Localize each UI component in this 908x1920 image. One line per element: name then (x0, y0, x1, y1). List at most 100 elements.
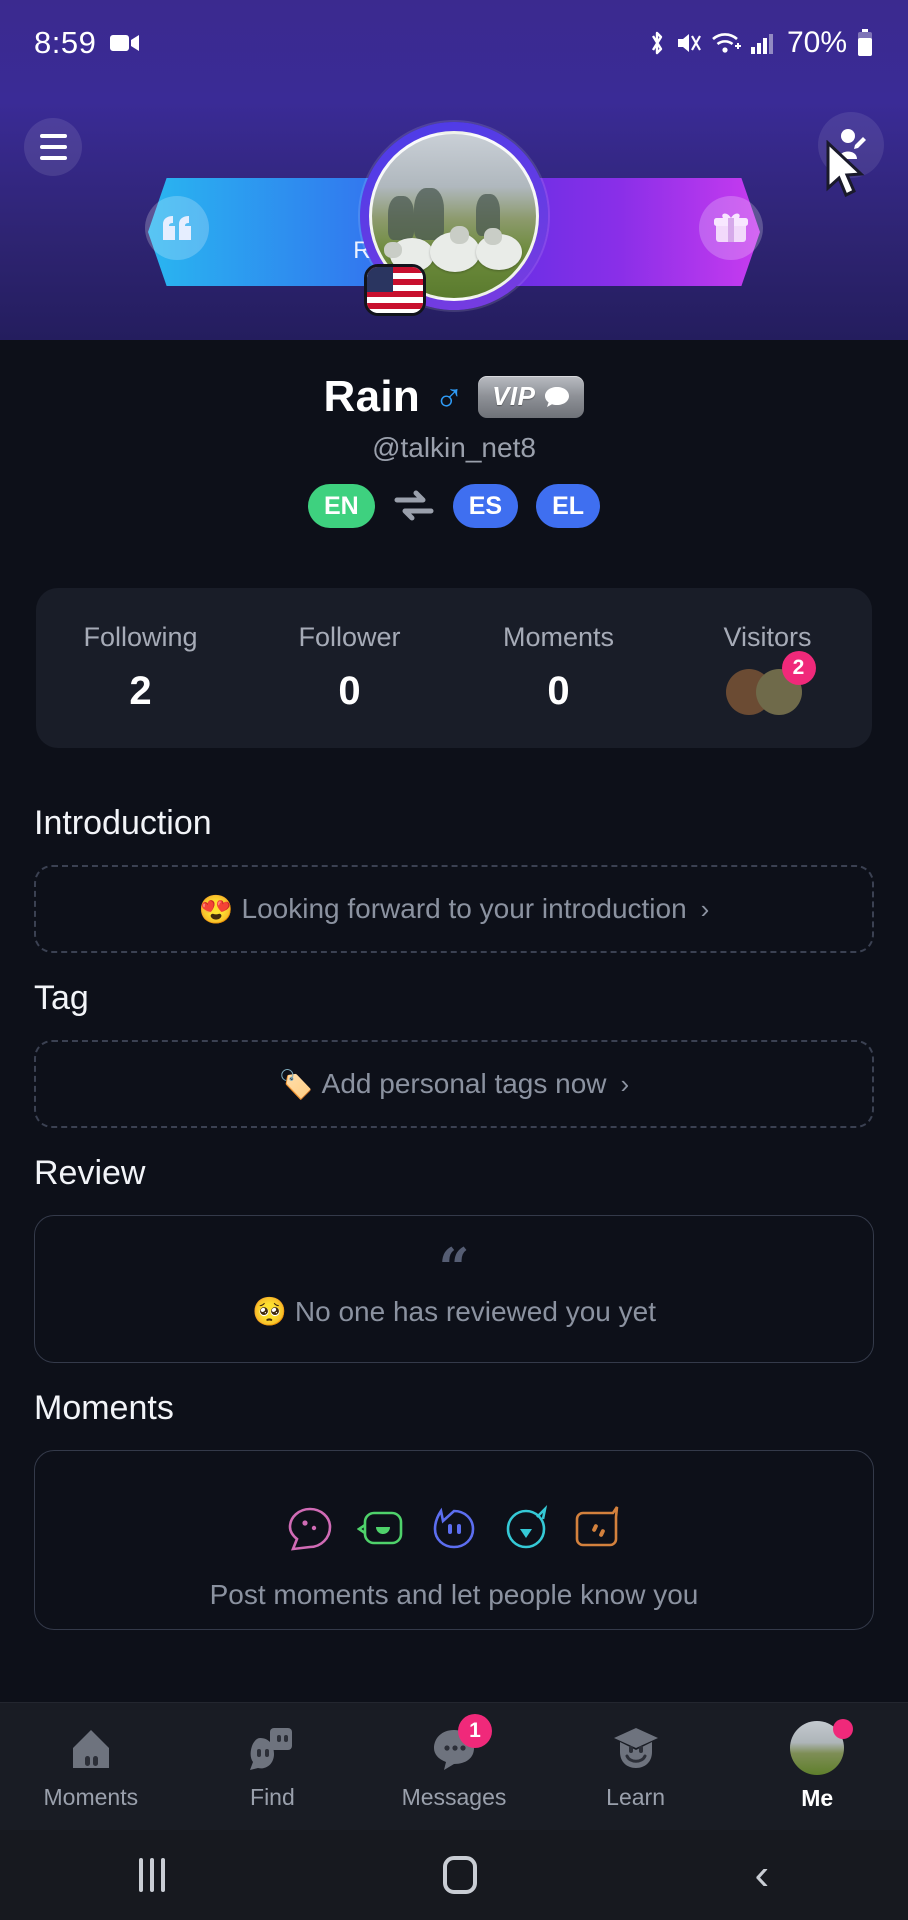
tab-learn[interactable]: Learn (545, 1722, 727, 1811)
chevron-right-icon: › (620, 1068, 630, 1099)
battery-percent: 70% (786, 26, 847, 59)
avatar-photo-tree (414, 188, 444, 240)
stat-label: Following (83, 622, 198, 652)
tab-label: Find (250, 1784, 295, 1810)
stat-label: Follower (298, 622, 401, 652)
tab-moments[interactable]: Moments (0, 1722, 182, 1811)
tab-find[interactable]: Find (182, 1722, 364, 1811)
menu-icon-bar (39, 145, 67, 149)
language-chip-es[interactable]: ES (452, 484, 519, 528)
cellular-signal-icon (750, 31, 774, 55)
review-empty-box[interactable]: “ 🥺 No one has reviewed you yet (34, 1215, 874, 1363)
stat-moments[interactable]: Moments 0 (454, 622, 663, 714)
visitors-badge: 2 (781, 650, 816, 685)
wifi-icon (711, 31, 741, 55)
quote-icon (145, 196, 209, 260)
bubble-face-cyan-icon (506, 1505, 548, 1549)
label-tag-emoji: 🏷️ (278, 1068, 314, 1100)
faces-icon (250, 1728, 293, 1770)
menu-icon-bar (39, 134, 67, 138)
tab-label: Messages (401, 1784, 507, 1810)
flag-canton (367, 267, 393, 292)
gift-icon (699, 196, 763, 260)
tab-me[interactable]: Me (726, 1719, 908, 1812)
heart-eyes-emoji: 😍 (198, 893, 234, 925)
edit-profile-button[interactable] (818, 112, 884, 178)
tab-label: Learn (606, 1784, 665, 1810)
bubble-face-green-icon (357, 1511, 403, 1545)
stat-visitors[interactable]: Visitors 2 (663, 622, 872, 715)
swap-arrows-icon[interactable] (393, 489, 435, 523)
moments-empty-box[interactable]: Post moments and let people know you (34, 1450, 874, 1630)
review-title: Review (34, 1154, 146, 1192)
bottom-tab-bar: Moments Find 1 Messages Learn Me (0, 1702, 908, 1830)
messages-badge: 1 (457, 1714, 492, 1748)
stat-label: Moments (502, 622, 615, 652)
avatar-photo-sheep (450, 226, 469, 244)
moments-empty-text: Post moments and let people know you (209, 1579, 699, 1610)
stat-value: 2 (129, 669, 152, 713)
back-icon[interactable]: ‹ (754, 1853, 769, 1897)
tag-title: Tag (34, 979, 89, 1017)
home-icon (72, 1730, 109, 1768)
vip-badge[interactable]: VIP (478, 376, 585, 418)
avatar-photo-sheep (384, 242, 402, 258)
review-empty-text: No one has reviewed you yet (294, 1295, 656, 1327)
language-chip-en[interactable]: EN (307, 484, 375, 528)
name-row: Rain ♂ VIP (0, 372, 908, 422)
profile-handle: @talkin_net8 (372, 432, 536, 463)
recents-icon[interactable] (138, 1858, 165, 1892)
bubble-face-blue-icon (433, 1507, 475, 1549)
me-notification-dot (833, 1719, 854, 1739)
status-time: 8:59 (34, 25, 97, 60)
status-bar-left: 8:59 (34, 25, 140, 61)
tag-placeholder: 🏷️ Add personal tags now › (279, 1068, 629, 1101)
profile-sections: Introduction 😍 Looking forward to your i… (0, 778, 908, 1640)
graduate-face-icon (613, 1728, 658, 1768)
quote-icon: “ (438, 1235, 470, 1300)
tag-placeholder-text: Add personal tags now (321, 1068, 607, 1099)
person-edit-icon (839, 129, 866, 159)
gender-male-icon: ♂ (434, 375, 465, 419)
bubble-face-orange-icon (575, 1506, 619, 1547)
stat-following[interactable]: Following 2 (36, 622, 245, 714)
moments-section: Moments Post moments and let people know… (0, 1389, 908, 1630)
home-icon[interactable] (442, 1856, 477, 1894)
bubble-face-pink-icon (288, 1507, 332, 1551)
introduction-placeholder: 😍 Looking forward to your introduction › (199, 893, 710, 926)
menu-button[interactable] (24, 118, 82, 176)
moments-title: Moments (34, 1389, 174, 1427)
tag-placeholder-box[interactable]: 🏷️ Add personal tags now › (34, 1040, 874, 1128)
battery-icon (856, 29, 874, 57)
introduction-placeholder-box[interactable]: 😍 Looking forward to your introduction › (34, 865, 874, 953)
introduction-placeholder-text: Looking forward to your introduction (241, 893, 687, 924)
avatar-photo-tree (388, 196, 414, 240)
stat-value: 0 (547, 669, 570, 713)
chevron-right-icon: › (700, 893, 710, 924)
visitor-avatars: 2 (725, 650, 816, 715)
introduction-title: Introduction (34, 804, 212, 842)
moment-bubble-icons (285, 1505, 623, 1553)
video-recording-icon (110, 32, 140, 54)
stat-label: Visitors (723, 621, 812, 652)
review-section: Review “ 🥺 No one has reviewed you yet (0, 1154, 908, 1363)
stat-follower[interactable]: Follower 0 (245, 622, 454, 714)
profile-identity: Rain ♂ VIP @talkin_net8 EN ES EL (0, 372, 908, 528)
bluetooth-icon (647, 29, 667, 57)
avatar-photo-sheep (484, 228, 502, 245)
language-chip-el[interactable]: EL (536, 484, 601, 528)
tab-label: Me (801, 1785, 834, 1811)
mute-icon (676, 30, 702, 56)
stat-value: 0 (338, 669, 361, 713)
us-flag-icon (364, 264, 426, 316)
tag-section: Tag 🏷️ Add personal tags now › (0, 979, 908, 1128)
status-bar: 8:59 70% (0, 0, 908, 86)
stats-card: Following 2 Follower 0 Moments 0 Visitor… (36, 588, 872, 748)
android-navigation-bar: ‹ (0, 1830, 908, 1920)
vip-label: VIP (492, 381, 536, 411)
pleading-face-emoji: 🥺 (252, 1296, 287, 1328)
avatar[interactable] (360, 122, 548, 316)
language-chips: EN ES EL (0, 484, 908, 528)
menu-icon-bar (39, 156, 67, 160)
tab-messages[interactable]: 1 Messages (363, 1714, 545, 1811)
